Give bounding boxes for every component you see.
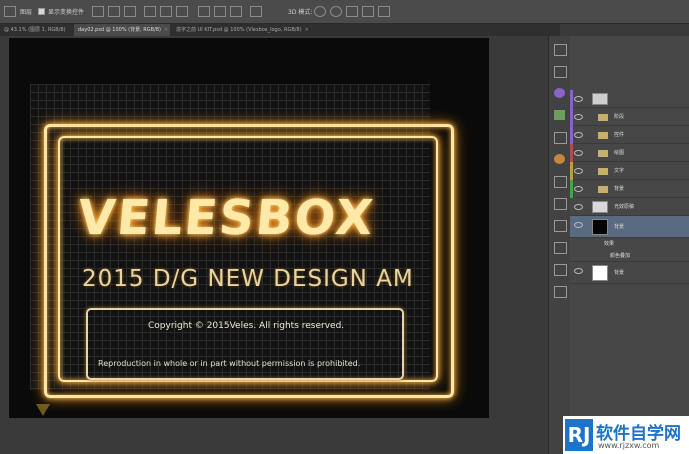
- roll-3d-icon[interactable]: [330, 6, 342, 17]
- eye-icon[interactable]: [574, 150, 583, 156]
- adjustments-icon[interactable]: [554, 132, 567, 144]
- distribute-bottom-icon[interactable]: [230, 6, 242, 17]
- align-bottom-icon[interactable]: [124, 6, 136, 17]
- eye-icon[interactable]: [574, 132, 583, 138]
- rotate-3d-icon[interactable]: [314, 6, 326, 17]
- styles-icon[interactable]: [554, 154, 565, 164]
- align-left-icon[interactable]: [144, 6, 156, 17]
- 3d-mode-label: 3D 模式:: [288, 9, 313, 16]
- veles-logo-icon: [36, 404, 50, 416]
- layers-icon[interactable]: [554, 220, 567, 232]
- eye-icon[interactable]: [574, 186, 583, 192]
- folder-icon: [598, 150, 608, 157]
- tab-day02[interactable]: day02.psd @ 100% (背景, RGB/8) ×: [74, 24, 170, 36]
- watermark-logo: RJ: [565, 419, 593, 451]
- document-tabs: @ 43.1% (图层 1, RGB/8) day02.psd @ 100% (…: [0, 24, 560, 36]
- channels-icon[interactable]: [554, 198, 567, 210]
- eye-icon[interactable]: [574, 222, 583, 228]
- copyright-text: Copyright © 2015Veles. All rights reserv…: [148, 321, 345, 331]
- artwork-subtitle: 2015 D/G NEW DESIGN AM: [82, 266, 414, 292]
- reproduction-notice: Reproduction in whole or in part without…: [98, 359, 361, 368]
- layer-row[interactable]: 控件: [570, 126, 689, 144]
- distribute-horizontal-icon[interactable]: [250, 6, 262, 17]
- site-watermark: RJ 软件自学网 www.rjzxw.com: [563, 416, 689, 454]
- watermark-url: www.rjzxw.com: [598, 441, 660, 450]
- align-top-icon[interactable]: [92, 6, 104, 17]
- paths-icon[interactable]: [554, 176, 567, 188]
- scale-3d-icon[interactable]: [378, 6, 390, 17]
- show-transform-label: 显示变换控件: [48, 9, 85, 16]
- layer-row-selected[interactable]: 背景: [570, 216, 689, 238]
- effect-row[interactable]: 颜色叠加: [570, 250, 689, 262]
- paragraph-icon[interactable]: [554, 264, 567, 276]
- layer-row[interactable]: 背景: [570, 262, 689, 284]
- layer-row[interactable]: 绘图: [570, 144, 689, 162]
- layer-row[interactable]: 阶段: [570, 108, 689, 126]
- artwork-title: VELESBOX: [75, 190, 378, 246]
- move-tool-icon[interactable]: [4, 6, 16, 17]
- history-icon[interactable]: [554, 44, 567, 56]
- effects-row[interactable]: 效果: [570, 238, 689, 250]
- drag-3d-icon[interactable]: [346, 6, 358, 17]
- slide-3d-icon[interactable]: [362, 6, 374, 17]
- eye-icon[interactable]: [574, 204, 583, 210]
- tab-document-1[interactable]: @ 43.1% (图层 1, RGB/8): [0, 24, 72, 36]
- options-bar: 图层 显示变换控件 3D 模式:: [0, 0, 689, 24]
- close-tab-icon[interactable]: ×: [305, 27, 309, 33]
- eye-icon[interactable]: [574, 114, 583, 120]
- auto-select-dropdown[interactable]: 图层: [20, 7, 32, 16]
- brush-icon[interactable]: [554, 286, 567, 298]
- layer-row[interactable]: 文字: [570, 162, 689, 180]
- swatches-icon[interactable]: [554, 110, 565, 120]
- layer-row[interactable]: [570, 90, 689, 108]
- align-middle-icon[interactable]: [108, 6, 120, 17]
- folder-icon: [598, 168, 608, 175]
- eye-icon[interactable]: [574, 168, 583, 174]
- layer-thumbnail: [592, 201, 608, 213]
- align-right-icon[interactable]: [176, 6, 188, 17]
- eye-icon[interactable]: [574, 96, 583, 102]
- layer-thumbnail: [592, 219, 608, 235]
- distribute-middle-icon[interactable]: [214, 6, 226, 17]
- align-center-icon[interactable]: [160, 6, 172, 17]
- color-icon[interactable]: [554, 88, 565, 98]
- copyright-box: [86, 308, 404, 380]
- folder-icon: [598, 186, 608, 193]
- layer-row[interactable]: 光效原稿: [570, 198, 689, 216]
- layer-thumbnail: [592, 265, 608, 281]
- tab-ui-kit[interactable]: 造字之前 UI KIT.psd @ 100% (Vlesbox_logo, RG…: [172, 24, 322, 36]
- character-icon[interactable]: [554, 242, 567, 254]
- properties-icon[interactable]: [554, 66, 567, 78]
- folder-icon: [598, 114, 608, 121]
- show-transform-checkbox[interactable]: [38, 8, 45, 15]
- layers-panel: 阶段 控件 绘图 文字 背景 光效原稿 背景 效果 颜色叠加 背景: [570, 36, 689, 454]
- panel-tool-strip: [548, 36, 570, 454]
- distribute-top-icon[interactable]: [198, 6, 210, 17]
- close-tab-icon[interactable]: ×: [164, 27, 168, 33]
- layer-thumbnail: [592, 93, 608, 105]
- eye-icon[interactable]: [574, 268, 583, 274]
- folder-icon: [598, 132, 608, 139]
- layer-row[interactable]: 背景: [570, 180, 689, 198]
